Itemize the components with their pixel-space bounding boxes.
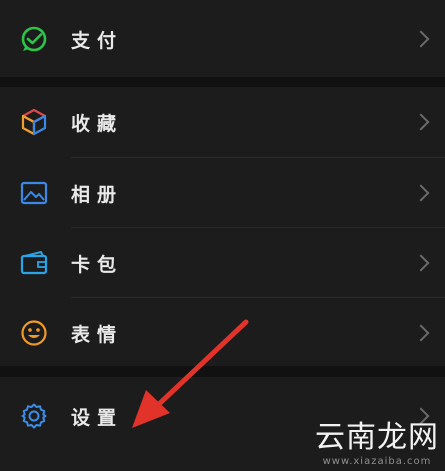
menu-item-favorites[interactable]: 收藏 <box>0 87 445 157</box>
card-icon <box>20 251 48 275</box>
menu-item-settings-label: 设置 <box>71 406 124 429</box>
menu-group-main: 收藏 相册 卡包 表情 <box>0 87 445 366</box>
menu-item-cards[interactable]: 卡包 <box>0 228 445 298</box>
menu-item-stickers[interactable]: 表情 <box>0 298 445 368</box>
chevron-right-icon <box>412 184 430 202</box>
gear-icon <box>21 403 47 429</box>
watermark-url: www.xiazaiba.com <box>322 456 432 467</box>
smiley-icon <box>21 320 47 346</box>
chevron-right-icon <box>412 113 430 131</box>
wechat-pay-icon <box>21 26 47 52</box>
menu-item-pay[interactable]: 支付 <box>0 4 445 74</box>
picture-icon <box>20 181 48 205</box>
menu-item-pay-label: 支付 <box>71 29 124 52</box>
menu-item-favorites-label: 收藏 <box>71 112 124 135</box>
watermark: 云南龙网 www.xiazaiba.com <box>315 412 439 467</box>
menu-group-pay: 支付 <box>0 0 445 77</box>
menu-item-cards-label: 卡包 <box>71 253 124 276</box>
cube-icon <box>21 108 47 136</box>
menu-item-photos[interactable]: 相册 <box>0 158 445 228</box>
chevron-right-icon <box>412 324 430 342</box>
chevron-right-icon <box>412 30 430 48</box>
watermark-text: 云南龙网 <box>315 420 439 455</box>
menu-item-photos-label: 相册 <box>71 183 124 206</box>
chevron-right-icon <box>412 254 430 272</box>
menu-item-stickers-label: 表情 <box>71 323 124 346</box>
